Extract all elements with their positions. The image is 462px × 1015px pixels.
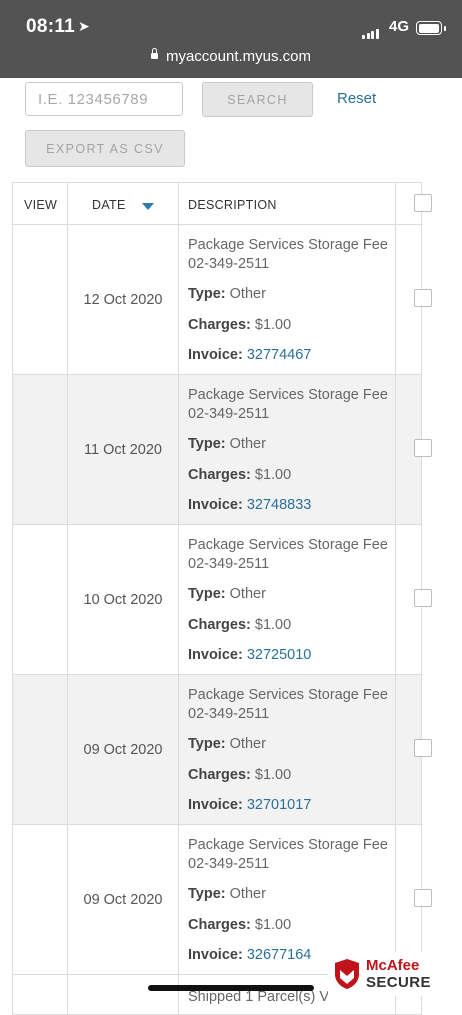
row-description-text: Package Services Storage Fee 02-349-2511 xyxy=(188,687,388,722)
invoice-link[interactable]: 32748833 xyxy=(247,497,312,513)
status-bar: 08:11 ➤ 4G myaccount.myus.com xyxy=(0,0,462,78)
mcafee-secure-label: SECURE xyxy=(366,974,431,991)
network-type: 4G xyxy=(389,18,410,35)
type-label: Type: xyxy=(188,286,226,302)
row-charges: $1.00 xyxy=(254,316,292,333)
invoice-link[interactable]: 32701017 xyxy=(247,797,312,813)
row-description-text: Package Services Storage Fee 02-349-2511 xyxy=(188,537,388,572)
row-description: Package Services Storage Fee 02-349-2511… xyxy=(179,225,396,374)
lock-icon xyxy=(150,48,158,60)
select-all-checkbox[interactable] xyxy=(414,194,432,212)
row-description-text: Package Services Storage Fee 02-349-2511 xyxy=(188,387,388,422)
row-checkbox[interactable] xyxy=(414,289,432,307)
invoice-link[interactable]: 32677164 xyxy=(247,947,312,963)
status-time: 08:11 xyxy=(26,16,76,37)
address-url: myaccount.myus.com xyxy=(165,48,312,65)
row-checkbox[interactable] xyxy=(414,439,432,457)
row-type: Other xyxy=(229,586,266,602)
row-date xyxy=(68,975,179,1014)
type-label: Type: xyxy=(188,586,226,602)
table-row: 12 Oct 2020 Package Services Storage Fee… xyxy=(12,225,432,375)
row-date: 10 Oct 2020 xyxy=(68,525,179,674)
row-description: Package Services Storage Fee 02-349-2511… xyxy=(179,375,396,524)
invoice-label: Invoice: xyxy=(188,347,243,363)
charges-label: Charges: xyxy=(188,466,251,483)
type-label: Type: xyxy=(188,436,226,452)
invoice-label: Invoice: xyxy=(188,797,243,813)
search-button[interactable]: SEARCH xyxy=(202,82,313,117)
row-view-cell xyxy=(13,825,68,974)
row-type: Other xyxy=(229,286,266,302)
charges-label: Charges: xyxy=(188,766,251,783)
invoice-label: Invoice: xyxy=(188,947,243,963)
row-description-text: Package Services Storage Fee 02-349-2511 xyxy=(188,837,388,872)
home-indicator[interactable] xyxy=(148,985,314,991)
type-label: Type: xyxy=(188,886,226,902)
table-row: 11 Oct 2020 Package Services Storage Fee… xyxy=(12,375,432,525)
row-view-cell xyxy=(13,975,68,1014)
invoice-link[interactable]: 32725010 xyxy=(247,647,312,663)
row-description-text: Package Services Storage Fee 02-349-2511 xyxy=(188,237,388,272)
header-date[interactable]: DATE xyxy=(68,183,179,224)
export-csv-button[interactable]: EXPORT AS CSV xyxy=(25,130,185,167)
transactions-table: VIEW DATE DESCRIPTION 12 Oct 2020 Packag… xyxy=(12,182,432,1015)
header-date-label: DATE xyxy=(92,198,126,212)
row-charges: $1.00 xyxy=(254,616,292,633)
row-description: Package Services Storage Fee 02-349-2511… xyxy=(179,525,396,674)
location-arrow-icon: ➤ xyxy=(78,18,90,34)
charges-label: Charges: xyxy=(188,316,251,333)
reset-link[interactable]: Reset xyxy=(337,90,376,107)
row-type: Other xyxy=(229,436,266,452)
row-type: Other xyxy=(229,736,266,752)
header-description: DESCRIPTION xyxy=(179,183,396,224)
signal-icon xyxy=(362,21,380,39)
row-view-cell xyxy=(13,375,68,524)
table-header: VIEW DATE DESCRIPTION xyxy=(12,182,432,225)
row-charges: $1.00 xyxy=(254,766,292,783)
row-view-cell xyxy=(13,225,68,374)
row-checkbox[interactable] xyxy=(414,889,432,907)
row-date: 11 Oct 2020 xyxy=(68,375,179,524)
table-row: 09 Oct 2020 Package Services Storage Fee… xyxy=(12,675,432,825)
invoice-link[interactable]: 32774467 xyxy=(247,347,312,363)
row-view-cell xyxy=(13,675,68,824)
row-checkbox[interactable] xyxy=(414,739,432,757)
type-label: Type: xyxy=(188,736,226,752)
header-view: VIEW xyxy=(13,183,68,224)
row-description: Package Services Storage Fee 02-349-2511… xyxy=(179,675,396,824)
mcafee-brand: McAfee xyxy=(366,957,420,974)
row-date: 09 Oct 2020 xyxy=(68,825,179,974)
row-charges: $1.00 xyxy=(254,916,292,933)
battery-icon xyxy=(416,21,446,35)
row-charges: $1.00 xyxy=(254,466,292,483)
sort-down-icon[interactable] xyxy=(142,203,154,210)
charges-label: Charges: xyxy=(188,916,251,933)
invoice-label: Invoice: xyxy=(188,647,243,663)
address-bar[interactable]: myaccount.myus.com xyxy=(0,48,462,65)
invoice-label: Invoice: xyxy=(188,497,243,513)
row-date: 09 Oct 2020 xyxy=(68,675,179,824)
row-view-cell xyxy=(13,525,68,674)
table-row: 10 Oct 2020 Package Services Storage Fee… xyxy=(12,525,432,675)
row-date: 12 Oct 2020 xyxy=(68,225,179,374)
charges-label: Charges: xyxy=(188,616,251,633)
mcafee-secure-badge[interactable]: McAfee SECURE xyxy=(328,952,438,996)
search-input[interactable] xyxy=(25,82,183,116)
mcafee-shield-icon xyxy=(335,959,359,989)
row-type: Other xyxy=(229,886,266,902)
row-checkbox[interactable] xyxy=(414,589,432,607)
